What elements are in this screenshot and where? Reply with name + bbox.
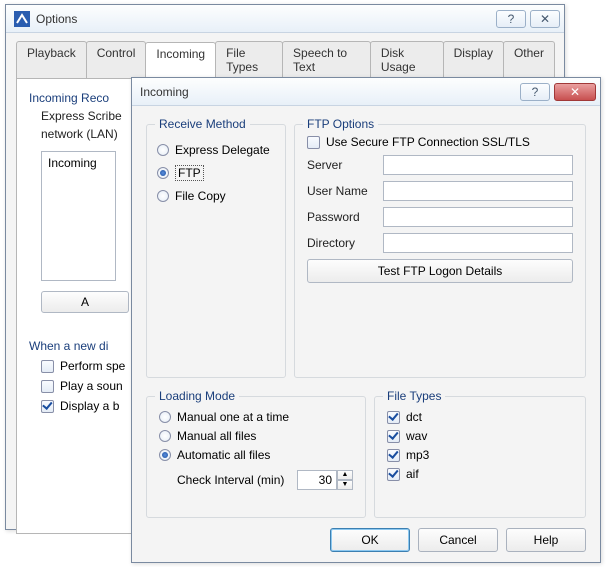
tab-control[interactable]: Control (86, 41, 147, 78)
radio-icon (157, 167, 169, 179)
ftp-options-legend: FTP Options (303, 117, 378, 131)
radio-icon (159, 411, 171, 423)
tab-other[interactable]: Other (503, 41, 555, 78)
help-icon: ? (532, 85, 539, 99)
loading-mode-group: Loading Mode Manual one at a time Manual… (146, 396, 366, 518)
spin-down[interactable]: ▼ (337, 480, 353, 490)
radio-manual-one[interactable]: Manual one at a time (159, 410, 353, 424)
close-icon: ✕ (570, 85, 580, 99)
radio-icon (157, 190, 169, 202)
radio-label: Automatic all files (177, 448, 270, 462)
radio-file-copy[interactable]: File Copy (157, 189, 275, 203)
secure-ftp-checkbox[interactable]: Use Secure FTP Connection SSL/TLS (307, 135, 573, 149)
filetype-wav[interactable]: wav (387, 429, 573, 443)
close-button[interactable]: ✕ (554, 83, 596, 101)
loading-mode-legend: Loading Mode (155, 389, 239, 403)
interval-spinner[interactable]: ▲ ▼ (297, 470, 353, 490)
username-input[interactable] (383, 181, 573, 201)
radio-ftp[interactable]: FTP (157, 165, 275, 181)
radio-label: Manual all files (177, 429, 256, 443)
filetype-mp3[interactable]: mp3 (387, 448, 573, 462)
filetype-dct[interactable]: dct (387, 410, 573, 424)
server-label: Server (307, 158, 383, 172)
incoming-titlebar: Incoming ? ✕ (132, 78, 600, 106)
directory-input[interactable] (383, 233, 573, 253)
add-button[interactable]: A (41, 291, 129, 313)
checkbox-icon (41, 360, 54, 373)
radio-manual-all[interactable]: Manual all files (159, 429, 353, 443)
close-icon: ✕ (540, 12, 550, 26)
directory-label: Directory (307, 236, 383, 250)
checkbox-icon (387, 468, 400, 481)
incoming-dialog: Incoming ? ✕ Receive Method Express Dele… (131, 77, 601, 563)
file-types-legend: File Types (383, 389, 445, 403)
radio-icon (159, 430, 171, 442)
interval-label: Check Interval (min) (177, 473, 297, 487)
incoming-title: Incoming (140, 85, 516, 99)
radio-auto-all[interactable]: Automatic all files (159, 448, 353, 462)
filetype-label: mp3 (406, 448, 429, 462)
play-label: Play a soun (60, 379, 123, 393)
receive-method-legend: Receive Method (155, 117, 250, 131)
help-button[interactable]: ? (520, 83, 550, 101)
password-input[interactable] (383, 207, 573, 227)
perform-label: Perform spe (60, 359, 125, 373)
help-button[interactable]: ? (496, 10, 526, 28)
options-titlebar: Options ? ✕ (6, 5, 564, 33)
interval-input[interactable] (297, 470, 337, 490)
server-input[interactable] (383, 155, 573, 175)
username-label: User Name (307, 184, 383, 198)
checkbox-icon (41, 380, 54, 393)
checkbox-icon (387, 411, 400, 424)
ok-button[interactable]: OK (330, 528, 410, 552)
test-ftp-button[interactable]: Test FTP Logon Details (307, 259, 573, 283)
radio-label: Manual one at a time (177, 410, 289, 424)
password-label: Password (307, 210, 383, 224)
receive-method-group: Receive Method Express Delegate FTP File… (146, 124, 286, 378)
filetype-label: aif (406, 467, 419, 481)
tab-playback[interactable]: Playback (16, 41, 87, 78)
list-item[interactable]: Incoming (48, 156, 109, 170)
file-types-group: File Types dct wav mp3 aif (374, 396, 586, 518)
checkbox-icon (307, 136, 320, 149)
close-button[interactable]: ✕ (530, 10, 560, 28)
radio-label: Express Delegate (175, 143, 270, 157)
filetype-label: wav (406, 429, 427, 443)
help-icon: ? (508, 12, 515, 26)
filetype-label: dct (406, 410, 422, 424)
help-button[interactable]: Help (506, 528, 586, 552)
radio-icon (159, 449, 171, 461)
tab-speech-to-text[interactable]: Speech to Text (282, 41, 371, 78)
spin-up[interactable]: ▲ (337, 470, 353, 480)
display-label: Display a b (60, 399, 119, 413)
options-tabs: Playback Control Incoming File Types Spe… (16, 33, 554, 79)
tab-incoming[interactable]: Incoming (145, 42, 216, 79)
cancel-button[interactable]: Cancel (418, 528, 498, 552)
checkbox-icon (387, 430, 400, 443)
options-title: Options (36, 12, 492, 26)
incoming-listbox[interactable]: Incoming (41, 151, 116, 281)
secure-ftp-label: Use Secure FTP Connection SSL/TLS (326, 135, 530, 149)
tab-disk-usage[interactable]: Disk Usage (370, 41, 444, 78)
tab-file-types[interactable]: File Types (215, 41, 283, 78)
radio-express-delegate[interactable]: Express Delegate (157, 143, 275, 157)
checkbox-icon (387, 449, 400, 462)
tab-display[interactable]: Display (443, 41, 504, 78)
dialog-buttons: OK Cancel Help (330, 528, 586, 552)
radio-icon (157, 144, 169, 156)
ftp-options-group: FTP Options Use Secure FTP Connection SS… (294, 124, 586, 378)
app-icon (14, 11, 30, 27)
filetype-aif[interactable]: aif (387, 467, 573, 481)
radio-label: FTP (175, 165, 204, 181)
radio-label: File Copy (175, 189, 226, 203)
checkbox-icon (41, 400, 54, 413)
